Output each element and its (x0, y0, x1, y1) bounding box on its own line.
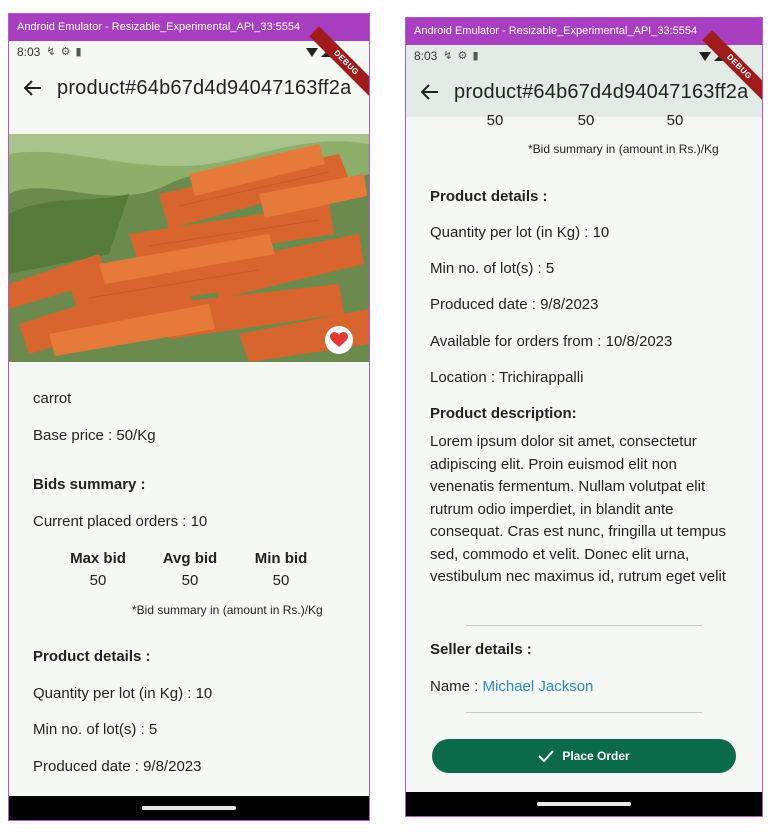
max-bid-value: 50 (486, 112, 504, 129)
navigation-bar (9, 796, 369, 820)
back-arrow-icon[interactable] (406, 67, 454, 117)
location: Location : Trichirappalli (430, 369, 584, 386)
settings-icon: ⚙ (457, 50, 468, 62)
divider (466, 712, 702, 713)
available-from: Available for orders from : 10/8/2023 (430, 333, 673, 350)
produced-date: Produced date : 9/8/2023 (430, 296, 599, 313)
place-order-label: Place Order (562, 749, 630, 763)
max-bid: Max bid 50 (58, 550, 138, 589)
page-title: product#64b67d4d94047163ff2a (57, 76, 352, 99)
product-description-heading: Product description: (430, 405, 577, 422)
sd-card-icon: ▮ (472, 50, 479, 62)
base-price: Base price : 50/Kg (33, 427, 156, 444)
max-bid-value: 50 (89, 572, 107, 589)
app-bar: product#64b67d4d94047163ff2a (9, 63, 369, 113)
status-time: 8:03 (414, 49, 438, 63)
seller-name-row: Name : Michael Jackson (430, 678, 593, 695)
settings-icon: ⚙ (60, 46, 71, 58)
min-bid: Min bid 50 (241, 550, 321, 589)
current-orders: Current placed orders : 10 (33, 513, 208, 530)
back-arrow-icon[interactable] (9, 63, 57, 113)
min-bid-value: 50 (272, 572, 290, 589)
produced-date: Produced date : 9/8/2023 (33, 758, 202, 775)
status-bar: 8:03 ↯ ⚙ ▮ (9, 41, 369, 63)
sd-card-icon: ▮ (75, 46, 82, 58)
wifi-icon (306, 47, 318, 57)
min-lots: Min no. of lot(s) : 5 (33, 721, 158, 738)
seller-name-link[interactable]: Michael Jackson (483, 678, 594, 695)
check-icon (538, 750, 555, 762)
min-bid-value: 50 (666, 112, 684, 129)
divider (466, 625, 702, 626)
navigation-bar (406, 792, 762, 816)
max-bid-label: Max bid (70, 550, 126, 567)
avg-bid-label: Avg bid (162, 550, 218, 567)
heart-icon (330, 332, 348, 347)
emulator-window-left: Android Emulator - Resizable_Experimenta… (8, 13, 370, 821)
product-details-heading: Product details : (430, 188, 548, 205)
favorite-button[interactable] (325, 326, 353, 354)
min-bid-label: Min bid (254, 550, 308, 567)
page-title: product#64b67d4d94047163ff2a (454, 80, 749, 103)
status-bar: 8:03 ↯ ⚙ ▮ (406, 45, 762, 67)
status-time: 8:03 (17, 45, 41, 59)
product-description: Lorem ipsum dolor sit amet, consectetur … (430, 433, 726, 585)
quantity-per-lot: Quantity per lot (in Kg) : 10 (33, 685, 213, 702)
quantity-per-lot: Quantity per lot (in Kg) : 10 (430, 224, 610, 241)
place-order-button[interactable]: Place Order (432, 739, 736, 773)
seller-name-label: Name : (430, 678, 483, 695)
product-image (9, 134, 369, 362)
home-gesture-bar[interactable] (142, 806, 236, 810)
avg-bid: Avg bid 50 (150, 550, 230, 589)
bids-summary-heading: Bids summary : (33, 476, 146, 493)
usb-icon: ↯ (443, 50, 453, 62)
bid-note: *Bid summary in (amount in Rs.)/Kg (528, 142, 719, 156)
wifi-icon (699, 51, 711, 61)
product-name: carrot (33, 390, 72, 407)
emulator-window-right: Android Emulator - Resizable_Experimenta… (405, 17, 763, 817)
avg-bid-value: 50 (577, 112, 595, 129)
product-details-heading: Product details : (33, 648, 151, 665)
avg-bid-value: 50 (181, 572, 199, 589)
bid-note: *Bid summary in (amount in Rs.)/Kg (132, 603, 323, 617)
usb-icon: ↯ (46, 46, 56, 58)
min-lots: Min no. of lot(s) : 5 (430, 260, 555, 277)
home-gesture-bar[interactable] (537, 802, 631, 806)
app-bar: product#64b67d4d94047163ff2a (406, 67, 762, 117)
seller-details-heading: Seller details : (430, 641, 532, 658)
